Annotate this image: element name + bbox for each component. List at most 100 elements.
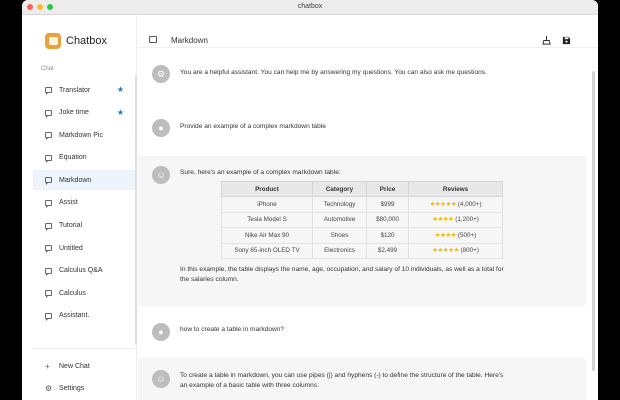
sidebar-scrollbar[interactable] [135, 75, 137, 345]
table-cell: iPhone [221, 196, 313, 213]
chat-header: Markdown [138, 15, 598, 48]
table-row: Tesla Model S Automotive $80,000 ★★★★ (1… [221, 211, 503, 228]
table-header: Price [366, 181, 409, 197]
sidebar-item-joke-time[interactable]: Joke time ★ [33, 103, 137, 123]
markdown-table: Product Category Price Reviews iPhone Te… [221, 181, 503, 259]
star-icon[interactable]: ★ [117, 108, 124, 117]
table-row: Sony 65-inch OLED TV Electronics $2,499 … [221, 242, 503, 259]
assistant-message: ☺ To create a table in markdown, you can… [138, 358, 586, 400]
review-count: (500+) [457, 231, 477, 239]
table-cell: Tesla Model S [221, 211, 313, 228]
sidebar-item-label: Assistant. [59, 312, 90, 320]
table-cell: $999 [366, 196, 409, 213]
message-text: an example of a basic table with three c… [180, 382, 319, 389]
sidebar-item-calculus-qa[interactable]: Calculus Q&A [33, 261, 137, 281]
settings-label: Settings [59, 384, 85, 392]
app-window: chatbox Chatbox Chat Translator ★ Joke t… [22, 0, 598, 400]
table-cell: ★★★★★ (800+) [408, 242, 503, 259]
gear-icon: ⚙ [45, 383, 53, 393]
chat-bubble-icon [45, 312, 52, 321]
thread-scrollbar[interactable] [592, 71, 595, 371]
message-text: Sure, here's an example of a complex mar… [180, 169, 341, 176]
chat-bubble-icon [45, 199, 52, 208]
table-cell: $2,499 [366, 242, 409, 259]
gear-icon: ⚙ [152, 65, 170, 83]
table-cell: Electronics [312, 242, 367, 259]
message-text: how to create a table in markdown? [180, 326, 285, 333]
sidebar-item-tutorial[interactable]: Tutorial [33, 216, 137, 236]
chat-bubble-icon [45, 177, 52, 186]
table-cell: Automotive [312, 211, 367, 228]
sidebar-item-markdown-pic[interactable]: Markdown Pic [33, 125, 137, 145]
message-text: Provide an example of a complex markdown… [180, 123, 326, 130]
bot-icon: ☺ [152, 166, 170, 184]
assistant-message: ☺ Sure, here's an example of a complex m… [138, 156, 586, 306]
sidebar-item-label: Calculus [59, 289, 86, 297]
table-cell: Technology [312, 196, 367, 213]
table-cell: $120 [366, 227, 409, 244]
brand: Chatbox [45, 33, 107, 49]
sidebar-item-markdown[interactable]: Markdown [33, 170, 137, 191]
window-title: chatbox [297, 3, 323, 10]
chat-bubble-icon [45, 87, 52, 95]
star-rating-icon: ★★★★ [432, 216, 454, 224]
chat-bubble-icon [45, 154, 52, 163]
user-message: ● how to create a table in markdown? [138, 310, 586, 356]
title-bar: chatbox [22, 0, 598, 15]
star-rating-icon: ★★★★★ [429, 200, 457, 208]
sidebar: Chatbox Chat Translator ★ Joke time ★ Ma… [22, 15, 137, 400]
table-cell: $80,000 [366, 211, 409, 228]
table-header: Product [221, 181, 313, 197]
save-icon[interactable] [562, 36, 571, 47]
user-message: ● Provide an example of a complex markdo… [138, 108, 586, 144]
sidebar-item-label: Tutorial [59, 222, 83, 230]
sidebar-item-label: Assist [59, 199, 78, 207]
plus-icon: + [45, 361, 50, 371]
chat-bubble-icon [45, 267, 52, 276]
table-cell: ★★★★ (500+) [408, 227, 503, 244]
sidebar-item-label: Untitled [59, 244, 83, 252]
message-text: To create a table in markdown, you can u… [180, 372, 504, 379]
chat-bubble-icon [45, 109, 52, 118]
table-cell: Sony 65-inch OLED TV [221, 242, 313, 259]
chat-bubble-icon [45, 222, 52, 231]
star-rating-icon: ★★★★★ [432, 247, 459, 255]
table-cell: Nike Air Max 90 [221, 227, 313, 244]
sidebar-footer: + New Chat ⚙ Settings [33, 348, 137, 399]
star-icon[interactable]: ★ [117, 85, 124, 94]
sidebar-item-label: Markdown Pic [59, 131, 103, 139]
sidebar-item-label: Equation [59, 154, 87, 162]
sidebar-item-assistant[interactable]: Assistant. [33, 306, 137, 326]
sidebar-item-translator[interactable]: Translator ★ [33, 80, 137, 100]
sidebar-item-label: Joke time [59, 109, 89, 117]
sidebar-item-assist[interactable]: Assist [33, 193, 137, 213]
section-label: Chat [41, 66, 54, 72]
message-text: the salaries column. [180, 276, 239, 283]
brand-name: Chatbox [66, 35, 107, 47]
person-icon: ● [152, 119, 170, 137]
table-header: Reviews [408, 181, 503, 197]
table-cell: ★★★★★ (4,000+) [408, 196, 503, 213]
sidebar-item-untitled[interactable]: Untitled [33, 238, 137, 258]
session-list: Translator ★ Joke time ★ Markdown Pic Eq… [33, 80, 137, 329]
table-row: Nike Air Max 90 Shoes $120 ★★★★ (500+) [221, 227, 503, 244]
chatbox-logo-icon [45, 33, 61, 49]
message-thread: ⚙ You are a helpful assistant. You can h… [138, 48, 586, 400]
chat-bubble-icon [45, 245, 52, 254]
sidebar-item-label: Calculus Q&A [59, 267, 103, 275]
review-count: (800+) [460, 247, 479, 255]
broom-icon[interactable] [542, 36, 551, 47]
table-cell: Shoes [312, 227, 367, 244]
settings-button[interactable]: ⚙ Settings [33, 377, 137, 399]
new-chat-button[interactable]: + New Chat [33, 355, 137, 377]
new-chat-label: New Chat [59, 362, 90, 370]
sidebar-item-calculus[interactable]: Calculus [33, 283, 137, 303]
chat-bubble-icon [45, 132, 52, 141]
review-count: (1,200+) [455, 216, 479, 224]
person-icon: ● [152, 323, 170, 341]
table-cell: ★★★★ (1,200+) [408, 211, 503, 228]
sidebar-item-label: Translator [59, 86, 91, 94]
message-text: In this example, the table displays the … [180, 266, 504, 273]
chat-bubble-icon [149, 36, 157, 43]
sidebar-item-equation[interactable]: Equation [33, 148, 137, 168]
